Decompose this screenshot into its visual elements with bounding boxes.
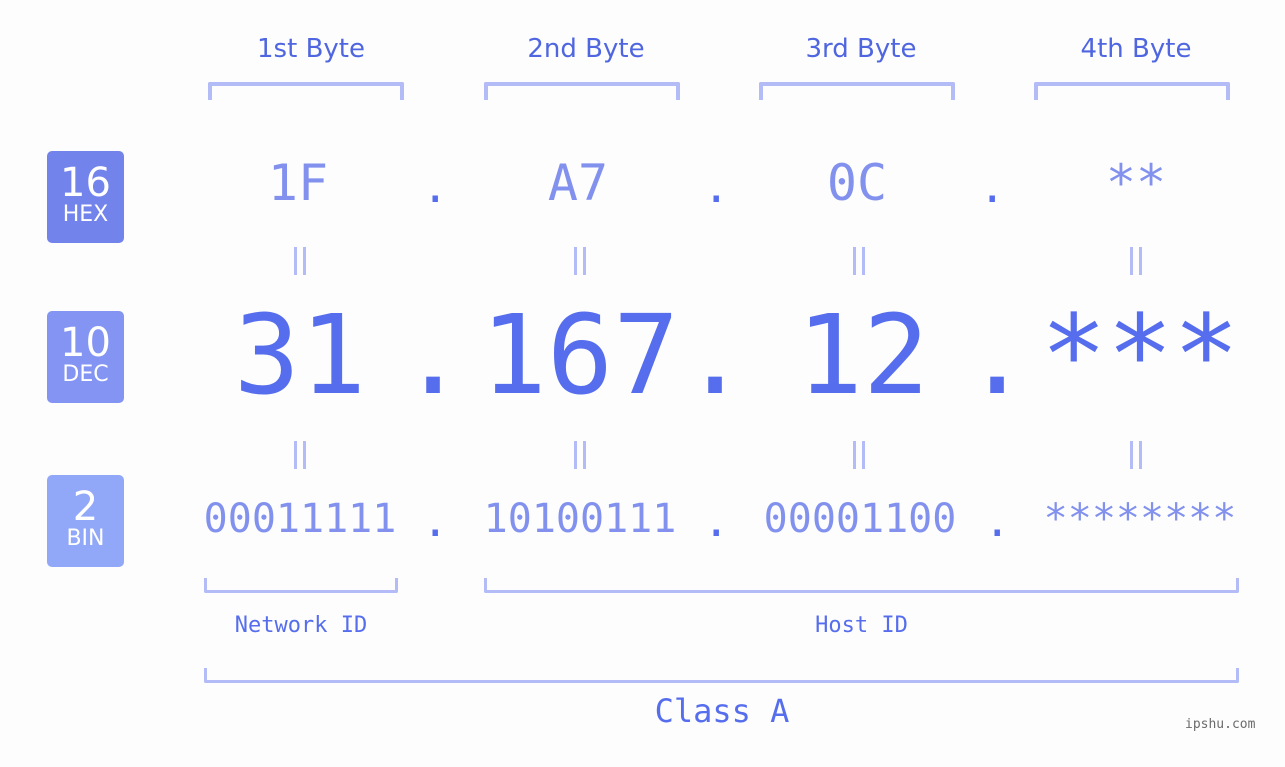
- equals-icon: [550, 247, 610, 283]
- byte-label-3: 3rd Byte: [805, 34, 917, 64]
- class-bracket: [204, 668, 1239, 683]
- hex-separator-1: .: [422, 162, 449, 213]
- bin-badge-name: BIN: [66, 526, 105, 551]
- bin-badge-number: 2: [72, 484, 99, 530]
- equals-icon: [1106, 247, 1166, 283]
- equals-icon: [829, 441, 889, 477]
- byte-bracket-1: [208, 82, 404, 100]
- hex-separator-3: .: [979, 162, 1006, 213]
- class-label: Class A: [654, 692, 790, 730]
- hex-badge-name: HEX: [62, 202, 109, 227]
- bin-value-1: 00011111: [203, 496, 397, 542]
- watermark: ipshu.com: [1185, 717, 1256, 732]
- bin-badge: 2 BIN: [47, 475, 124, 567]
- dec-separator-1: .: [400, 291, 467, 419]
- hex-value-2: A7: [547, 154, 609, 212]
- hex-badge-number: 16: [60, 160, 111, 206]
- hex-value-3: 0C: [826, 154, 888, 212]
- dec-separator-3: .: [964, 291, 1031, 419]
- bin-separator-2: .: [703, 496, 730, 547]
- byte-bracket-3: [759, 82, 955, 100]
- byte-label-4: 4th Byte: [1080, 34, 1192, 64]
- dec-badge-name: DEC: [62, 362, 109, 387]
- hex-value-4: **: [1105, 154, 1167, 212]
- byte-label-1: 1st Byte: [257, 34, 365, 64]
- hex-badge: 16 HEX: [47, 151, 124, 243]
- host-id-label: Host ID: [815, 613, 908, 638]
- byte-bracket-4: [1034, 82, 1230, 100]
- bin-value-3: 00001100: [763, 496, 957, 542]
- dec-badge: 10 DEC: [47, 311, 124, 403]
- bin-value-2: 10100111: [483, 496, 677, 542]
- dec-value-4: ***: [1040, 291, 1240, 419]
- hex-value-1: 1F: [267, 154, 329, 212]
- dec-value-1: 31: [233, 291, 367, 419]
- dec-value-3: 12: [796, 291, 930, 419]
- dec-badge-number: 10: [60, 320, 111, 366]
- network-id-bracket: [204, 578, 398, 593]
- equals-icon: [1106, 441, 1166, 477]
- equals-icon: [550, 441, 610, 477]
- bin-separator-3: .: [984, 496, 1011, 547]
- network-id-label: Network ID: [234, 613, 368, 638]
- dec-separator-2: .: [682, 291, 749, 419]
- equals-icon: [270, 441, 330, 477]
- byte-bracket-2: [484, 82, 680, 100]
- dec-value-2: 167: [480, 291, 680, 419]
- hex-separator-2: .: [703, 162, 730, 213]
- host-id-bracket: [484, 578, 1239, 593]
- byte-label-2: 2nd Byte: [527, 34, 645, 64]
- equals-icon: [829, 247, 889, 283]
- bin-separator-1: .: [422, 496, 449, 547]
- bin-value-4: ********: [1043, 496, 1237, 542]
- equals-icon: [270, 247, 330, 283]
